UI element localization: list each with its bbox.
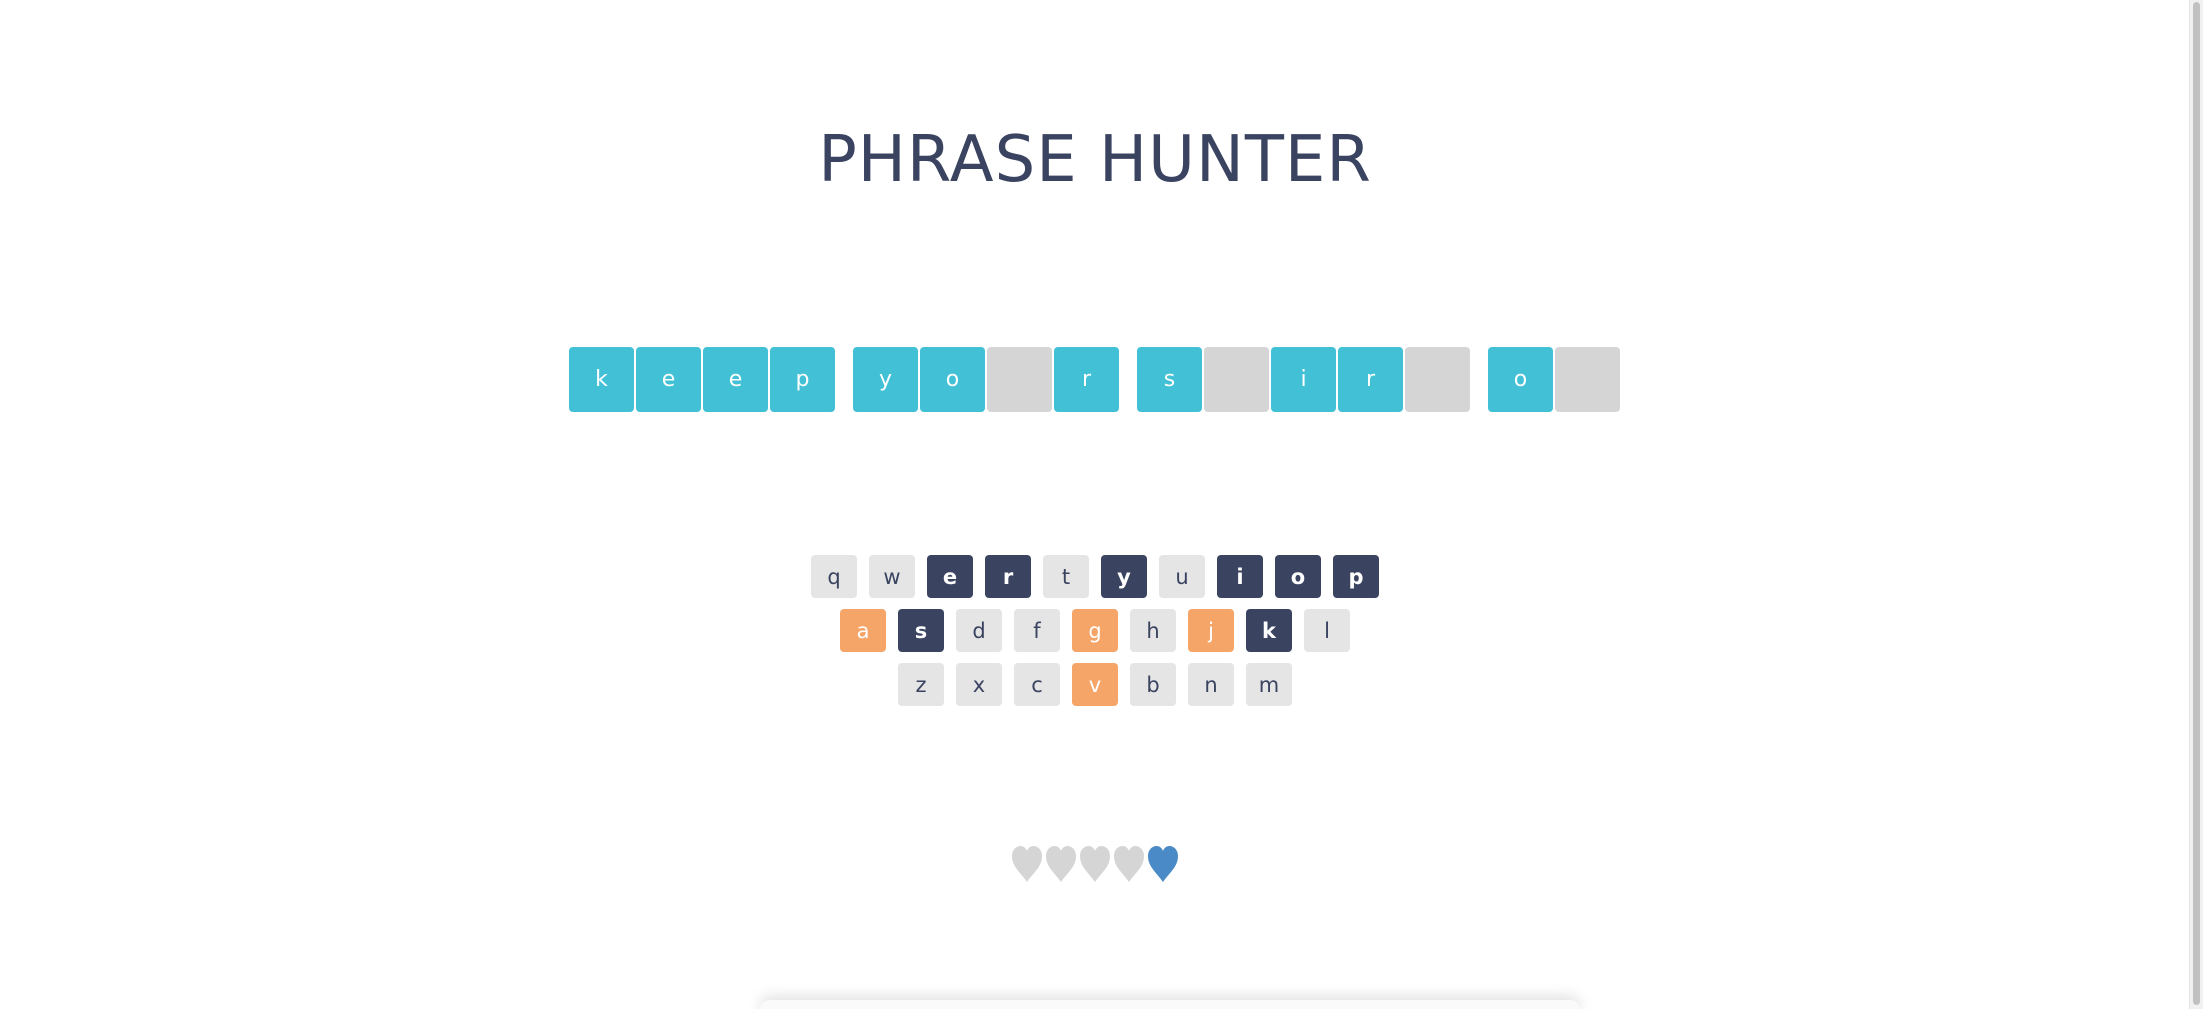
lost-heart-icon <box>1079 845 1111 883</box>
key-p[interactable]: p <box>1333 555 1379 598</box>
lost-heart-icon <box>1011 845 1043 883</box>
key-t[interactable]: t <box>1043 555 1089 598</box>
phrase-word: s ir <box>1137 347 1470 412</box>
key-e[interactable]: e <box>927 555 973 598</box>
letter-tile-revealed: e <box>636 347 701 412</box>
key-d[interactable]: d <box>956 609 1002 652</box>
letter-tile-hidden <box>1555 347 1620 412</box>
lost-heart-icon <box>1113 845 1145 883</box>
key-i[interactable]: i <box>1217 555 1263 598</box>
letter-tile-revealed: s <box>1137 347 1202 412</box>
key-v[interactable]: v <box>1072 663 1118 706</box>
key-h[interactable]: h <box>1130 609 1176 652</box>
letter-tile-revealed: e <box>703 347 768 412</box>
key-z[interactable]: z <box>898 663 944 706</box>
overlay-edge <box>760 1000 1580 1009</box>
letter-tile-revealed: k <box>569 347 634 412</box>
key-a[interactable]: a <box>840 609 886 652</box>
letter-tile-revealed: i <box>1271 347 1336 412</box>
scrollbar-thumb[interactable] <box>2193 2 2200 1005</box>
letter-tile-revealed: o <box>1488 347 1553 412</box>
game-page: PHRASE HUNTER keepyorsiro qwertyuiopasdf… <box>0 0 2203 1009</box>
key-g[interactable]: g <box>1072 609 1118 652</box>
key-s[interactable]: s <box>898 609 944 652</box>
key-m[interactable]: m <box>1246 663 1292 706</box>
phrase-word: keep <box>569 347 835 412</box>
key-n[interactable]: n <box>1188 663 1234 706</box>
key-k[interactable]: k <box>1246 609 1292 652</box>
keyboard-row: qwertyuiop <box>0 555 2190 598</box>
phrase-word: yo r <box>853 347 1119 412</box>
page-scrollbar[interactable] <box>2189 0 2203 1009</box>
page-title: PHRASE HUNTER <box>818 123 1372 197</box>
key-b[interactable]: b <box>1130 663 1176 706</box>
letter-tile-revealed: r <box>1338 347 1403 412</box>
letter-tile-revealed: r <box>1054 347 1119 412</box>
phrase-board: keepyorsiro <box>569 347 1620 412</box>
onscreen-keyboard: qwertyuiop asdfghjkl zxcvbnm <box>0 555 2190 717</box>
key-w[interactable]: w <box>869 555 915 598</box>
key-r[interactable]: r <box>985 555 1031 598</box>
key-c[interactable]: c <box>1014 663 1060 706</box>
letter-tile-hidden <box>1204 347 1269 412</box>
letter-tile-revealed: p <box>770 347 835 412</box>
letter-tile-revealed: o <box>920 347 985 412</box>
key-u[interactable]: u <box>1159 555 1205 598</box>
key-f[interactable]: f <box>1014 609 1060 652</box>
keyboard-row: zxcvbnm <box>0 663 2190 706</box>
keyboard-row: asdfghjkl <box>0 609 2190 652</box>
key-j[interactable]: j <box>1188 609 1234 652</box>
key-q[interactable]: q <box>811 555 857 598</box>
lost-heart-icon <box>1045 845 1077 883</box>
key-y[interactable]: y <box>1101 555 1147 598</box>
key-o[interactable]: o <box>1275 555 1321 598</box>
letter-tile-revealed: y <box>853 347 918 412</box>
letter-tile-hidden <box>987 347 1052 412</box>
phrase-word: o <box>1488 347 1620 412</box>
letter-tile-hidden <box>1405 347 1470 412</box>
key-x[interactable]: x <box>956 663 1002 706</box>
lives-scoreboard <box>0 845 2190 883</box>
key-l[interactable]: l <box>1304 609 1350 652</box>
live-heart-icon <box>1147 845 1179 883</box>
